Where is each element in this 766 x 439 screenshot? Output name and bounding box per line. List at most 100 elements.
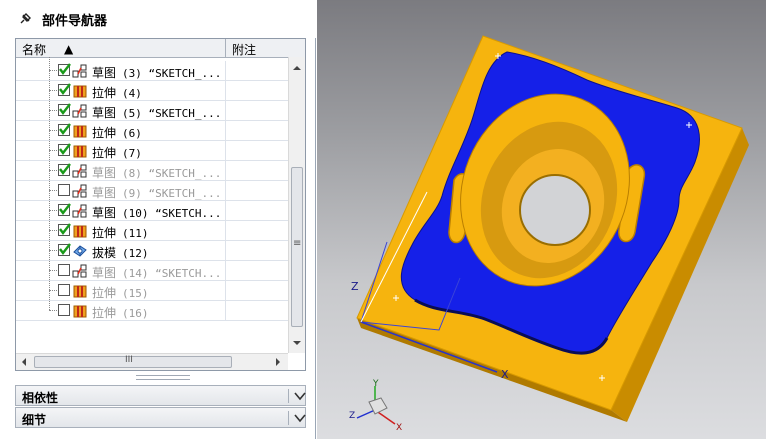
- visibility-checkbox[interactable]: [58, 163, 71, 176]
- tree-row[interactable]: 拉伸 (15): [16, 281, 288, 301]
- feature-type: 草图: [92, 166, 117, 180]
- feature-id: (9) “SKETCH_...: [122, 187, 222, 200]
- tree-row[interactable]: 拉伸 (7): [16, 141, 288, 161]
- visibility-checkbox[interactable]: [58, 203, 71, 216]
- feature-tree[interactable]: 名称 ▲ 附注 草图 (3) “SKETCH_... 拉伸 (4) 草图 (5) “SKE…: [15, 38, 306, 371]
- extrude-icon: [72, 83, 88, 99]
- scroll-grip-glyph: ≡: [293, 238, 302, 249]
- scroll-right-icon[interactable]: [275, 358, 281, 366]
- feature-type: 拉伸: [92, 226, 117, 240]
- pin-icon[interactable]: [18, 12, 32, 26]
- tree-row[interactable]: 草图 (9) “SKETCH_...: [16, 181, 288, 201]
- center-hole[interactable]: [519, 174, 591, 246]
- column-separator[interactable]: [225, 39, 226, 57]
- tree-connector: [49, 110, 57, 111]
- section-dependencies-label: 相依性: [22, 391, 59, 405]
- cell-separator: [225, 181, 226, 201]
- triad-x-label: X: [396, 423, 402, 433]
- feature-type: 草图: [92, 206, 117, 220]
- tree-row[interactable]: 草图 (3) “SKETCH_...: [16, 61, 288, 81]
- feature-type: 拉伸: [92, 86, 117, 100]
- visibility-checkbox[interactable]: [58, 264, 70, 276]
- tree-row[interactable]: 草图 (14) “SKETCH...: [16, 261, 288, 281]
- feature-type: 草图: [92, 186, 117, 200]
- visibility-checkbox[interactable]: [58, 143, 71, 156]
- feature-id: (10) “SKETCH...: [122, 207, 222, 220]
- cell-separator: [225, 81, 226, 101]
- tree-header: 名称 ▲ 附注: [16, 39, 305, 58]
- visibility-checkbox[interactable]: [58, 243, 71, 256]
- horizontal-scroll-thumb[interactable]: III: [34, 355, 232, 368]
- feature-label: 拔模 (12): [92, 244, 149, 261]
- cell-separator: [225, 281, 226, 301]
- visibility-checkbox[interactable]: [58, 123, 71, 136]
- tree-connector: [49, 290, 57, 291]
- feature-type: 草图: [92, 266, 117, 280]
- extrude-icon: [72, 223, 88, 239]
- chevron-down-icon[interactable]: [288, 411, 307, 425]
- tree-row[interactable]: 草图 (10) “SKETCH...: [16, 201, 288, 221]
- sketch-icon: [72, 203, 88, 219]
- tree-connector: [49, 70, 57, 71]
- sort-ascending-icon[interactable]: ▲: [64, 42, 73, 56]
- navigator-title-bar: 部件导航器: [0, 0, 316, 38]
- cell-separator: [225, 201, 226, 221]
- tree-connector: [49, 210, 57, 211]
- model-view[interactable]: Z X Y X Z: [317, 0, 766, 439]
- extrude-icon: [72, 303, 88, 319]
- section-details[interactable]: 细节: [15, 407, 306, 428]
- visibility-checkbox[interactable]: [58, 304, 70, 316]
- view-triad: Y X Z: [349, 379, 402, 433]
- feature-type: 拉伸: [92, 306, 117, 320]
- visibility-checkbox[interactable]: [58, 103, 71, 116]
- feature-id: (15): [122, 287, 149, 300]
- tree-connector: [49, 230, 57, 231]
- checkmark-icon: [59, 163, 71, 175]
- tree-row[interactable]: 拔模 (12): [16, 241, 288, 261]
- visibility-checkbox[interactable]: [58, 223, 71, 236]
- vertical-scrollbar[interactable]: ≡: [288, 57, 305, 353]
- sketch-icon: [72, 183, 88, 199]
- scroll-up-icon[interactable]: [293, 65, 301, 71]
- graphics-window[interactable]: Z X Y X Z: [317, 0, 766, 439]
- tree-connector: [49, 170, 57, 171]
- cell-separator: [225, 241, 226, 261]
- tree-row[interactable]: 拉伸 (6): [16, 121, 288, 141]
- column-header-notes[interactable]: 附注: [232, 41, 256, 58]
- chevron-down-icon[interactable]: [288, 389, 307, 403]
- extrude-icon: [72, 123, 88, 139]
- feature-type: 草图: [92, 66, 117, 80]
- tree-row[interactable]: 拉伸 (11): [16, 221, 288, 241]
- visibility-checkbox[interactable]: [58, 63, 71, 76]
- sketch-icon: [72, 63, 88, 79]
- column-header-name[interactable]: 名称: [22, 41, 46, 58]
- checkmark-icon: [59, 143, 71, 155]
- scroll-left-icon[interactable]: [21, 358, 27, 366]
- cell-separator: [225, 221, 226, 241]
- panel-splitter-grip[interactable]: [136, 375, 190, 380]
- checkmark-icon: [59, 243, 71, 255]
- triad-y-label: Y: [372, 379, 379, 389]
- vertical-scroll-thumb[interactable]: ≡: [291, 167, 303, 327]
- feature-label: 拉伸 (6): [92, 124, 142, 141]
- feature-id: (16): [122, 307, 149, 320]
- feature-id: (3) “SKETCH_...: [122, 67, 222, 80]
- tree-row[interactable]: 拉伸 (4): [16, 81, 288, 101]
- section-dependencies[interactable]: 相依性: [15, 385, 306, 406]
- visibility-checkbox[interactable]: [58, 83, 71, 96]
- tree-row[interactable]: 草图 (5) “SKETCH_...: [16, 101, 288, 121]
- tree-row[interactable]: 拉伸 (16): [16, 301, 288, 321]
- checkmark-icon: [59, 203, 71, 215]
- feature-type: 拉伸: [92, 146, 117, 160]
- tree-row[interactable]: 草图 (8) “SKETCH_...: [16, 161, 288, 181]
- feature-id: (14) “SKETCH...: [122, 267, 222, 280]
- feature-label: 草图 (14) “SKETCH...: [92, 264, 221, 281]
- feature-id: (6): [122, 127, 142, 140]
- horizontal-scrollbar[interactable]: III: [16, 353, 288, 370]
- feature-id: (7): [122, 147, 142, 160]
- scroll-down-icon[interactable]: [293, 340, 301, 346]
- visibility-checkbox[interactable]: [58, 284, 70, 296]
- visibility-checkbox[interactable]: [58, 184, 70, 196]
- navigator-title: 部件导航器: [42, 13, 108, 29]
- tree-rows: 草图 (3) “SKETCH_... 拉伸 (4) 草图 (5) “SKETCH_... 拉…: [16, 57, 288, 353]
